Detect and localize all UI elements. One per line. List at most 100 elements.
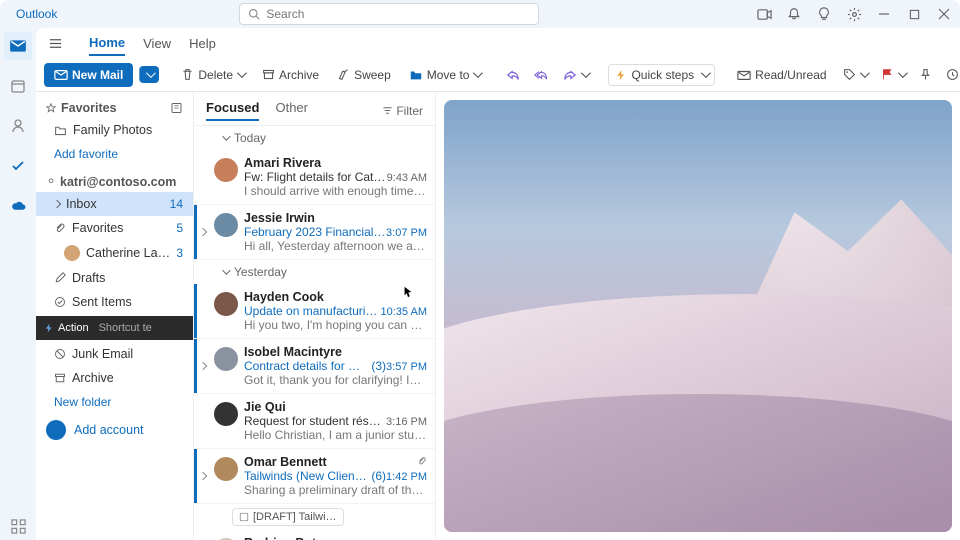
avatar <box>214 292 238 316</box>
search-placeholder: Search <box>266 7 304 21</box>
attach-icon <box>417 456 427 466</box>
message-item[interactable]: Jie QuiRequest for student résumé review… <box>194 394 435 449</box>
tab-home[interactable]: Home <box>89 31 125 56</box>
sender: Amari Rivera <box>244 156 427 170</box>
new-mail-button[interactable]: New Mail <box>44 63 133 87</box>
folder-inbox[interactable]: Inbox 14 <box>36 192 193 216</box>
subject: Fw: Flight details for Catherine's gr… <box>244 170 387 184</box>
close-button[interactable] <box>936 6 952 22</box>
time: 3:16 PM <box>386 416 427 428</box>
rail-apps[interactable] <box>4 512 32 540</box>
avatar-icon <box>64 245 80 261</box>
tab-bar: Home View Help <box>36 28 960 58</box>
tips-icon[interactable] <box>816 6 832 22</box>
time: 1:42 PM <box>386 471 427 483</box>
delete-button[interactable]: Delete <box>175 65 250 85</box>
notes-icon[interactable] <box>170 102 183 114</box>
rail-mail[interactable] <box>4 32 32 60</box>
context-flyout[interactable]: Action Shortcut te <box>36 316 193 340</box>
time: 3:07 PM <box>386 227 427 239</box>
junk-icon <box>54 348 66 360</box>
sender: Rodrigo Botas <box>244 536 427 540</box>
folder-junk[interactable]: Junk Email <box>36 342 193 366</box>
pin-button[interactable] <box>915 65 936 84</box>
maximize-button[interactable] <box>906 6 922 22</box>
sender: Jessie Irwin <box>244 211 427 225</box>
folder-sent[interactable]: Sent Items <box>36 290 193 314</box>
message-item[interactable]: Omar BennettTailwinds (New Client) Contr… <box>194 449 435 504</box>
time: 3:57 PM <box>386 361 427 373</box>
new-folder-link[interactable]: New folder <box>36 390 193 414</box>
message-item[interactable]: Hayden CookUpdate on manufacturing plant… <box>194 284 435 339</box>
flag-button[interactable] <box>877 65 909 84</box>
pivot-focused[interactable]: Focused <box>206 100 259 121</box>
tag-button[interactable] <box>839 65 871 84</box>
draft-chip[interactable]: [DRAFT] Tailwi… <box>232 508 344 526</box>
pivot-other[interactable]: Other <box>275 100 308 121</box>
archive-button[interactable]: Archive <box>256 65 325 85</box>
folder-family-photos[interactable]: Family Photos <box>36 118 193 142</box>
message-item[interactable]: Jessie IrwinFebruary 2023 Financial Resu… <box>194 205 435 260</box>
sender: Omar Bennett <box>244 455 413 469</box>
hamburger-button[interactable] <box>48 36 63 51</box>
add-account-button[interactable]: Add account <box>36 414 193 446</box>
message-list: Focused Other Filter Today Amari RiveraF… <box>194 92 436 540</box>
search-icon <box>248 8 260 20</box>
add-favorite-link[interactable]: Add favorite <box>36 142 193 166</box>
folder-archive[interactable]: Archive <box>36 366 193 390</box>
new-mail-split[interactable] <box>139 66 159 83</box>
favorites-section[interactable]: Favorites <box>36 98 193 118</box>
settings-icon[interactable] <box>846 6 862 22</box>
titlebar: Outlook Search <box>0 0 960 28</box>
sent-icon <box>54 296 66 308</box>
archive-icon <box>54 372 66 384</box>
quick-steps-button[interactable]: Quick steps <box>608 64 715 86</box>
notifications-icon[interactable] <box>786 6 802 22</box>
preview: Hi you two, I'm hoping you can help me <box>244 318 427 332</box>
folder-icon <box>54 124 67 137</box>
folder-favorites2[interactable]: Favorites 5 <box>36 216 193 240</box>
hero-image <box>444 100 952 532</box>
tab-view[interactable]: View <box>143 32 171 55</box>
move-to-button[interactable]: Move to <box>403 65 487 85</box>
message-item[interactable]: Amari RiveraFw: Flight details for Cathe… <box>194 150 435 205</box>
minimize-button[interactable] <box>876 6 892 22</box>
avatar <box>214 213 238 237</box>
read-unread-button[interactable]: Read/Unread <box>731 65 832 85</box>
folder-catherine[interactable]: Catherine Lanco… 3 <box>36 240 193 266</box>
subject: Request for student résumé review <box>244 414 386 428</box>
tab-help[interactable]: Help <box>189 32 216 55</box>
reply-all-button[interactable] <box>530 65 553 85</box>
reply-button[interactable] <box>502 65 524 85</box>
message-item[interactable]: Rodrigo BotasFinal PTA Meeting!11:33 AM <box>194 530 435 540</box>
avatar-icon <box>46 420 66 440</box>
snooze-button[interactable] <box>942 65 960 84</box>
rail-people[interactable] <box>4 112 32 140</box>
context-shortcut: Shortcut te <box>99 322 152 334</box>
group-yesterday[interactable]: Yesterday <box>194 260 435 284</box>
account-section[interactable]: katri@contoso.com <box>36 172 193 192</box>
rail-todo[interactable] <box>4 152 32 180</box>
search-input[interactable]: Search <box>239 3 539 25</box>
message-item[interactable]: Isobel MacintyreContract details for wor… <box>194 339 435 394</box>
group-today[interactable]: Today <box>194 126 435 150</box>
meet-now-icon[interactable] <box>756 6 772 22</box>
rail-cloud[interactable] <box>4 192 32 220</box>
subject: Contract details for work on… <box>244 359 367 373</box>
time: 10:35 AM <box>381 306 427 318</box>
rail-calendar[interactable] <box>4 72 32 100</box>
sender: Isobel Macintyre <box>244 345 427 359</box>
system-icons <box>756 6 952 22</box>
filter-button[interactable]: Filter <box>382 104 423 118</box>
ribbon: New Mail Delete Archive Sweep Move to Qu… <box>36 58 960 92</box>
app-title: Outlook <box>16 7 57 21</box>
folder-pane: Favorites Family Photos Add favorite kat… <box>36 92 194 540</box>
preview: Got it, thank you for clarifying! In tha… <box>244 373 427 387</box>
avatar <box>214 347 238 371</box>
sweep-button[interactable]: Sweep <box>331 65 397 85</box>
folder-drafts[interactable]: Drafts <box>36 266 193 290</box>
context-action[interactable]: Action <box>44 322 89 334</box>
sender: Jie Qui <box>244 400 427 414</box>
avatar-icon <box>46 177 56 187</box>
forward-button[interactable] <box>559 65 592 85</box>
